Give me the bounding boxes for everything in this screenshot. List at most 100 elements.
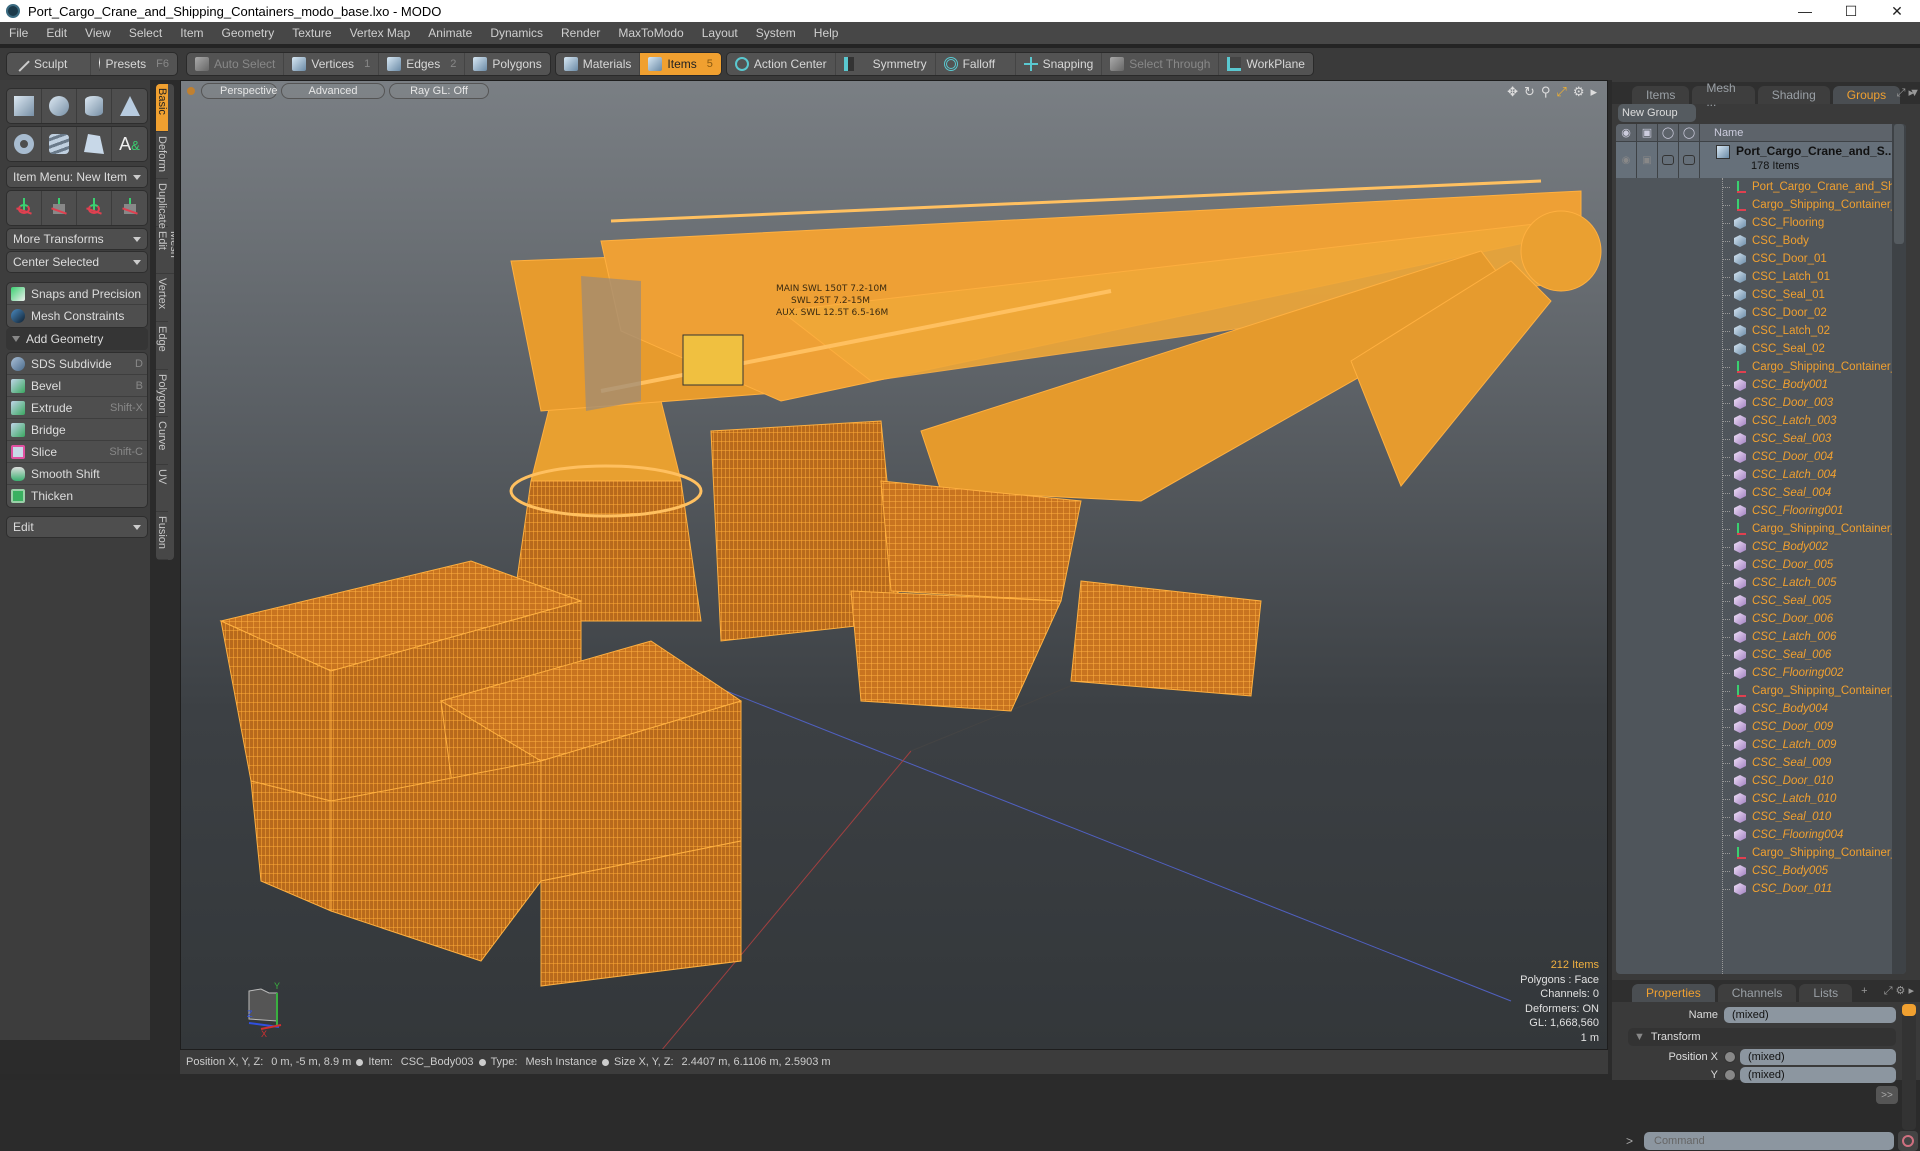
auto-select-button[interactable]: Auto Select (187, 53, 285, 75)
render-toggle[interactable]: ▣ (1637, 142, 1658, 178)
viewport-menu-dot[interactable] (187, 87, 195, 95)
items-mode-button[interactable]: Items 5 (640, 53, 721, 75)
tree-row[interactable]: CSC_Seal_009 (1616, 754, 1906, 772)
viewport-expand-arrow-icon[interactable]: ▸ (1590, 84, 1597, 100)
tree-row[interactable]: CSC_Latch_01 (1616, 268, 1906, 286)
command-input[interactable]: Command (1644, 1132, 1894, 1150)
selectable-cube-icon[interactable]: ◯ (1679, 124, 1700, 141)
edit-dropdown[interactable]: Edit (6, 516, 148, 538)
edges-mode-button[interactable]: Edges 2 (379, 53, 466, 75)
tree-row[interactable]: Cargo_Shipping_Container_... (1616, 358, 1906, 376)
tab-polygon[interactable]: Polygon (156, 370, 168, 418)
symmetry-button[interactable]: Symmetry (836, 53, 936, 75)
slice-button[interactable]: Slice Shift-C (7, 441, 147, 463)
select-through-button[interactable]: Select Through (1102, 53, 1220, 75)
tree-row[interactable]: CSC_Latch_005 (1616, 574, 1906, 592)
tree-row[interactable]: CSC_Seal_003 (1616, 430, 1906, 448)
menu-maxtomodo[interactable]: MaxToModo (609, 26, 692, 40)
scale-button[interactable] (112, 191, 147, 225)
lock-toggle[interactable] (1658, 142, 1679, 178)
viewport-settings-gear-icon[interactable]: ⚙ (1573, 84, 1585, 100)
maximize-button[interactable]: ☐ (1828, 0, 1874, 22)
text-tool-button[interactable]: A& (112, 127, 147, 161)
snapping-button[interactable]: Snapping (1016, 53, 1103, 75)
tab-channels[interactable]: Channels (1717, 984, 1797, 1002)
menu-item[interactable]: Item (171, 26, 212, 40)
tree-row[interactable]: CSC_Body (1616, 232, 1906, 250)
tree-row[interactable]: CSC_Door_006 (1616, 610, 1906, 628)
name-column-header[interactable]: Name (1700, 127, 1743, 139)
tree-row[interactable]: CSC_Flooring002 (1616, 664, 1906, 682)
transform-button[interactable] (7, 191, 42, 225)
lock-cube-icon[interactable]: ◯ (1658, 124, 1679, 141)
position-x-field[interactable]: (mixed) (1740, 1049, 1896, 1065)
move-button[interactable] (42, 191, 77, 225)
group-root-row[interactable]: ◉ ▣ Port_Cargo_Crane_and_S... 178 Items (1616, 142, 1906, 178)
add-tab-plus-icon[interactable]: + (1861, 985, 1867, 997)
tree-row[interactable]: CSC_Latch_003 (1616, 412, 1906, 430)
tree-row[interactable]: CSC_Door_010 (1616, 772, 1906, 790)
menu-select[interactable]: Select (120, 26, 171, 40)
tree-row[interactable]: Cargo_Shipping_Container_... (1616, 520, 1906, 538)
menu-geometry[interactable]: Geometry (213, 26, 284, 40)
tab-lists[interactable]: Lists (1799, 984, 1853, 1002)
tree-row[interactable]: CSC_Seal_010 (1616, 808, 1906, 826)
raygl-toggle[interactable]: Ray GL: Off (389, 83, 489, 99)
tree-row[interactable]: CSC_Door_009 (1616, 718, 1906, 736)
workplane-button[interactable]: WorkPlane (1219, 53, 1312, 75)
cylinder-button[interactable] (77, 89, 112, 123)
tree-row[interactable]: CSC_Latch_02 (1616, 322, 1906, 340)
tree-row[interactable]: CSC_Flooring001 (1616, 502, 1906, 520)
menu-view[interactable]: View (76, 26, 120, 40)
keyframe-toggle-icon[interactable] (1724, 1069, 1736, 1081)
tab-edge[interactable]: Edge (156, 322, 168, 370)
transform-section[interactable]: ▼ Transform (1628, 1028, 1896, 1046)
tree-row[interactable]: Cargo_Shipping_Container_... (1616, 682, 1906, 700)
tree-row[interactable]: CSC_Door_005 (1616, 556, 1906, 574)
close-button[interactable]: ✕ (1874, 0, 1920, 22)
tree-row[interactable]: CSC_Seal_02 (1616, 340, 1906, 358)
add-geometry-section[interactable]: Add Geometry (6, 328, 148, 350)
tab-mesh[interactable]: Mesh ... (1692, 81, 1755, 109)
tree-row[interactable]: CSC_Door_01 (1616, 250, 1906, 268)
tab-mesh-edit[interactable]: Mesh Edit (156, 227, 174, 275)
tree-row[interactable]: CSC_Door_004 (1616, 448, 1906, 466)
vertices-mode-button[interactable]: Vertices 1 (284, 53, 380, 75)
position-y-field[interactable]: (mixed) (1740, 1067, 1896, 1083)
tab-properties[interactable]: Properties (1632, 984, 1715, 1002)
sphere-button[interactable] (42, 89, 77, 123)
visibility-toggle[interactable]: ◉ (1616, 142, 1637, 178)
cone-button[interactable] (112, 89, 147, 123)
tab-items[interactable]: Items (1632, 86, 1690, 104)
tab-deform[interactable]: Deform (156, 132, 168, 180)
keyframe-toggle-icon[interactable] (1724, 1051, 1736, 1063)
more-properties-button[interactable]: >> (1876, 1086, 1898, 1104)
sds-subdivide-button[interactable]: SDS Subdivide D (7, 353, 147, 375)
bridge-button[interactable]: Bridge (7, 419, 147, 441)
view-mode-button[interactable]: Perspective (201, 83, 277, 99)
falloff-button[interactable]: Falloff (936, 53, 1016, 75)
menu-animate[interactable]: Animate (419, 26, 481, 40)
visibility-eye-icon[interactable]: ◉ (1616, 124, 1637, 141)
tree-row[interactable]: CSC_Door_02 (1616, 304, 1906, 322)
properties-scrollbar[interactable] (1902, 1004, 1916, 1130)
tree-row[interactable]: Port_Cargo_Crane_and_Shi... (1616, 178, 1906, 196)
tab-duplicate[interactable]: Duplicate (156, 179, 168, 229)
pan-icon[interactable]: ✥ (1507, 84, 1518, 100)
render-camera-icon[interactable]: ▣ (1637, 124, 1658, 141)
shading-mode-button[interactable]: Advanced (281, 83, 385, 99)
torus-button[interactable] (7, 127, 42, 161)
tab-curve[interactable]: Curve (156, 417, 168, 465)
materials-mode-button[interactable]: Materials (556, 53, 641, 75)
scrollbar-thumb[interactable] (1894, 124, 1904, 244)
rotate-button[interactable] (77, 191, 112, 225)
pen-tool-button[interactable] (77, 127, 112, 161)
action-center-button[interactable]: Action Center (727, 53, 836, 75)
tree-row[interactable]: Cargo_Shipping_Container_... (1616, 844, 1906, 862)
center-selected-dropdown[interactable]: Center Selected (6, 251, 148, 273)
tree-row[interactable]: CSC_Latch_009 (1616, 736, 1906, 754)
tree-row[interactable]: CSC_Flooring (1616, 214, 1906, 232)
tree-row[interactable]: CSC_Latch_006 (1616, 628, 1906, 646)
tab-fusion[interactable]: Fusion (156, 512, 168, 560)
thicken-button[interactable]: Thicken (7, 485, 147, 507)
